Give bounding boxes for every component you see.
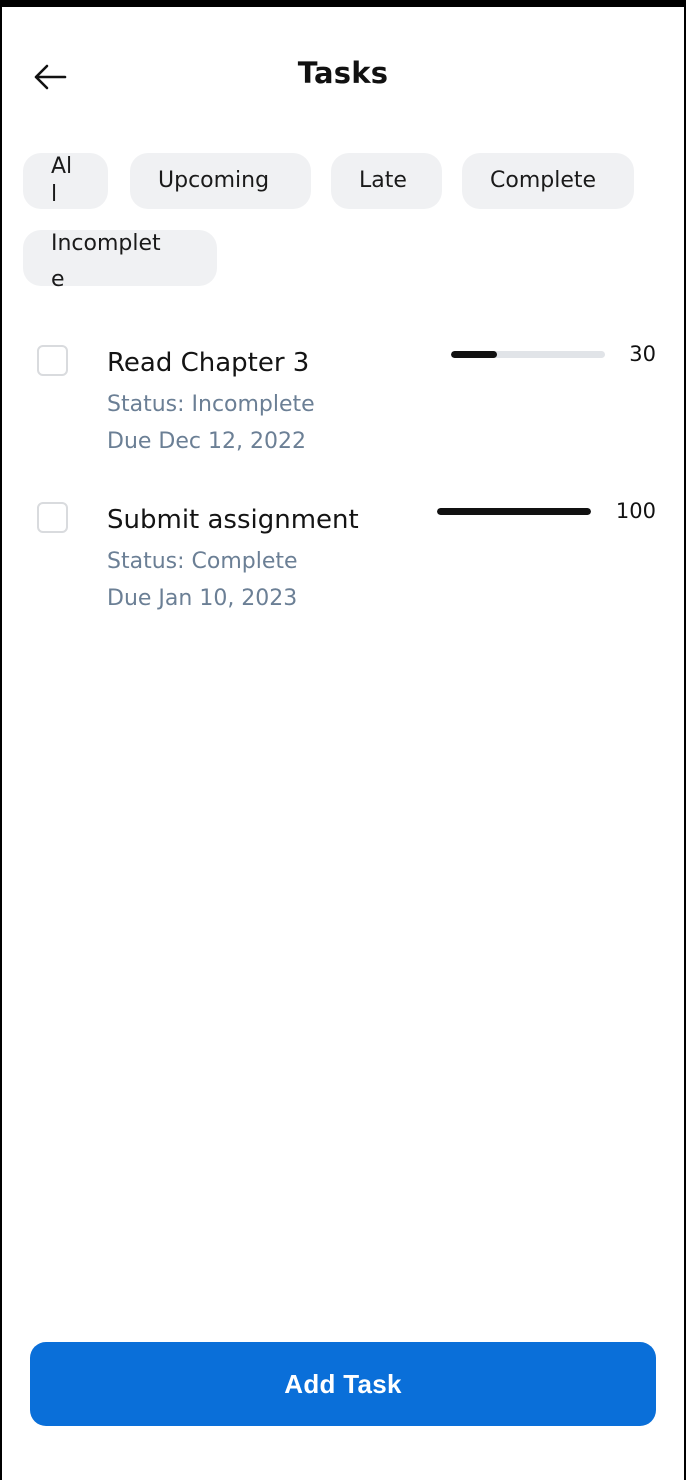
filter-chip-complete[interactable]: Complete [462, 153, 634, 209]
filter-chip-label: Incomplete [51, 231, 161, 292]
task-checkbox[interactable] [37, 502, 68, 533]
filter-chip-label: All [51, 154, 73, 207]
task-checkbox[interactable] [37, 345, 68, 376]
task-name: Submit assignment [107, 505, 359, 535]
page-title: Tasks [297, 56, 389, 90]
filter-chip-label: Complete [490, 168, 597, 193]
filter-chip-late[interactable]: Late [331, 153, 442, 209]
task-name: Read Chapter 3 [107, 348, 310, 378]
task-status: Status: Incomplete [107, 392, 315, 417]
filter-chip-incomplete[interactable]: Incomplete [23, 230, 217, 292]
task-progress-value: 30 [629, 342, 656, 366]
task-progress-value: 100 [615, 499, 656, 523]
add-task-button[interactable]: Add Task [30, 1342, 656, 1426]
task-due-date: Due Dec 12, 2022 [107, 429, 306, 454]
task-item[interactable]: Submit assignment Status: Complete Due J… [2, 493, 684, 633]
filter-chip-all[interactable]: All [23, 153, 108, 209]
task-progress-fill [451, 351, 498, 358]
filter-chip-upcoming[interactable]: Upcoming [130, 153, 311, 209]
tasks-screen: Tasks All Upcoming Late Complete Incompl… [2, 7, 684, 1480]
task-progress-bar [451, 351, 605, 358]
task-due-date: Due Jan 10, 2023 [107, 586, 298, 611]
filter-chips: All Upcoming Late Complete Incomplete [23, 153, 663, 293]
filter-chip-label: Upcoming [158, 168, 270, 193]
task-item[interactable]: Read Chapter 3 Status: Incomplete Due De… [2, 336, 684, 476]
task-progress-fill [437, 508, 591, 515]
task-progress-bar [437, 508, 591, 515]
task-status: Status: Complete [107, 549, 298, 574]
header: Tasks [2, 7, 684, 142]
filter-chip-label: Late [359, 168, 407, 193]
